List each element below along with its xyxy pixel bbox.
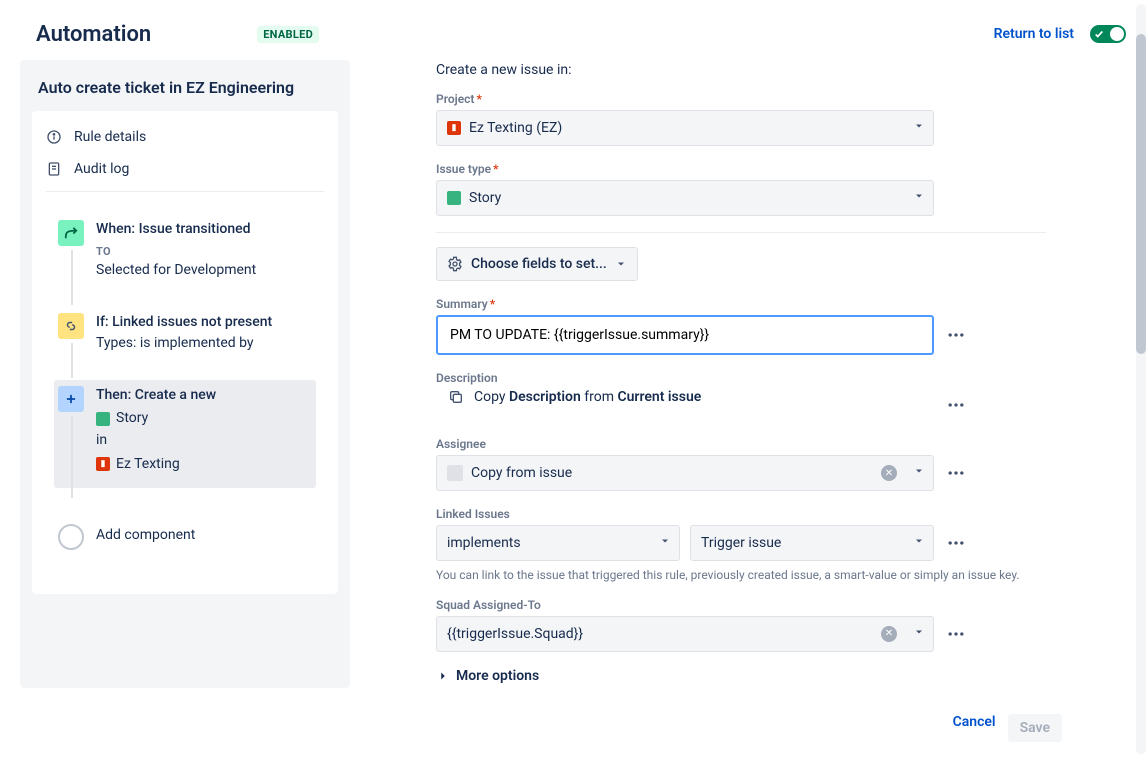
condition-step[interactable]: If: Linked issues not present Types: is … — [54, 307, 316, 368]
chevron-down-icon — [659, 535, 671, 551]
action-in: in — [96, 431, 216, 451]
project-icon: ▮ — [96, 457, 110, 471]
chevron-down-icon — [615, 258, 627, 270]
description-more-button[interactable] — [944, 395, 968, 415]
enabled-toggle[interactable] — [1090, 25, 1126, 43]
audit-log-link[interactable]: Audit log — [32, 153, 338, 185]
chevron-down-icon — [913, 626, 925, 642]
story-icon — [447, 191, 461, 205]
link-type-select[interactable]: implements — [436, 525, 680, 561]
link-target-select[interactable]: Trigger issue — [690, 525, 934, 561]
assignee-label: Assignee — [436, 437, 1096, 451]
choose-fields-label: Choose fields to set... — [471, 256, 607, 272]
assignee-value: Copy from issue — [471, 465, 572, 481]
ellipsis-icon — [946, 624, 966, 644]
trigger-icon — [58, 220, 84, 246]
ellipsis-icon — [946, 533, 966, 553]
summary-more-button[interactable] — [944, 325, 968, 345]
condition-value: Types: is implemented by — [96, 334, 272, 354]
squad-more-button[interactable] — [944, 624, 968, 644]
return-to-list-link[interactable]: Return to list — [994, 26, 1074, 42]
squad-select[interactable]: {{triggerIssue.Squad}} ✕ — [436, 616, 934, 652]
linked-issues-help: You can link to the issue that triggered… — [436, 567, 1036, 584]
copy-label-field: Description — [509, 389, 581, 405]
story-icon — [96, 412, 110, 426]
rule-details-link[interactable]: Rule details — [32, 121, 338, 153]
action-form: Create a new issue in: Project* ▮ Ez Tex… — [410, 56, 1126, 761]
copy-label-source: Current issue — [617, 389, 701, 405]
cancel-button[interactable]: Cancel — [953, 714, 996, 742]
project-icon: ▮ — [447, 121, 461, 135]
form-heading: Create a new issue in: — [436, 62, 1096, 78]
add-component-label: Add component — [96, 526, 195, 546]
project-select[interactable]: ▮ Ez Texting (EZ) — [436, 110, 934, 146]
scrollbar-track — [1136, 4, 1146, 754]
ellipsis-icon — [946, 325, 966, 345]
action-icon — [58, 386, 84, 412]
summary-label: Summary* — [436, 297, 1096, 311]
description-copy[interactable]: Copy Description from Current issue — [436, 389, 934, 405]
trigger-to: TO — [96, 244, 256, 259]
copy-label-prefix: Copy — [474, 389, 509, 405]
chevron-right-icon — [436, 669, 450, 683]
rule-sidebar: Auto create ticket in EZ Engineering Rul… — [20, 60, 350, 688]
linked-issues-label: Linked Issues — [436, 507, 1096, 521]
action-label: Then: Create a new — [96, 386, 216, 406]
link-type-value: implements — [447, 535, 521, 551]
summary-input-wrapper — [436, 315, 934, 355]
add-component[interactable]: Add component — [54, 518, 316, 564]
summary-input[interactable] — [448, 326, 922, 344]
assignee-more-button[interactable] — [944, 463, 968, 483]
assignee-select[interactable]: Copy from issue ✕ — [436, 455, 934, 491]
choose-fields-button[interactable]: Choose fields to set... — [436, 247, 638, 281]
scrollbar-thumb[interactable] — [1136, 34, 1146, 354]
more-options-toggle[interactable]: More options — [436, 668, 1096, 684]
clear-assignee-button[interactable]: ✕ — [881, 465, 897, 481]
project-value: Ez Texting (EZ) — [469, 120, 562, 136]
enabled-badge: ENABLED — [257, 26, 319, 43]
copy-label-mid: from — [581, 389, 618, 405]
audit-log-label: Audit log — [74, 161, 129, 177]
page-title: Automation — [36, 22, 151, 47]
linked-issues-more-button[interactable] — [944, 533, 968, 553]
chevron-down-icon — [913, 535, 925, 551]
save-button: Save — [1008, 714, 1062, 742]
copy-icon — [448, 389, 464, 405]
link-target-value: Trigger issue — [701, 535, 781, 551]
rule-name: Auto create ticket in EZ Engineering — [20, 78, 350, 111]
clear-squad-button[interactable]: ✕ — [881, 626, 897, 642]
log-icon — [46, 161, 62, 177]
chevron-down-icon — [913, 120, 925, 136]
chevron-down-icon — [913, 190, 925, 206]
check-icon — [1094, 29, 1104, 39]
issuetype-value: Story — [469, 190, 501, 206]
squad-label: Squad Assigned-To — [436, 598, 1096, 612]
avatar-icon — [447, 465, 463, 481]
page-header: Automation ENABLED Return to list — [20, 0, 1126, 56]
rule-details-label: Rule details — [74, 129, 146, 145]
squad-value: {{triggerIssue.Squad}} — [447, 626, 583, 642]
more-options-label: More options — [456, 668, 539, 684]
gear-icon — [447, 256, 463, 272]
trigger-label: When: Issue transitioned — [96, 220, 256, 240]
ellipsis-icon — [946, 463, 966, 483]
condition-icon — [58, 313, 84, 339]
trigger-step[interactable]: When: Issue transitioned TO Selected for… — [54, 214, 316, 295]
issuetype-select[interactable]: Story — [436, 180, 934, 216]
add-icon — [58, 524, 84, 550]
trigger-value: Selected for Development — [96, 261, 256, 281]
issuetype-label: Issue type* — [436, 162, 1096, 176]
action-issuetype: Story — [116, 409, 148, 429]
info-icon — [46, 129, 62, 145]
description-label: Description — [436, 371, 1096, 385]
condition-label: If: Linked issues not present — [96, 313, 272, 333]
action-project: Ez Texting — [116, 455, 180, 475]
project-label: Project* — [436, 92, 1096, 106]
chevron-down-icon — [913, 465, 925, 481]
action-step[interactable]: Then: Create a new Story in ▮ Ez Texting — [54, 380, 316, 488]
ellipsis-icon — [946, 395, 966, 415]
